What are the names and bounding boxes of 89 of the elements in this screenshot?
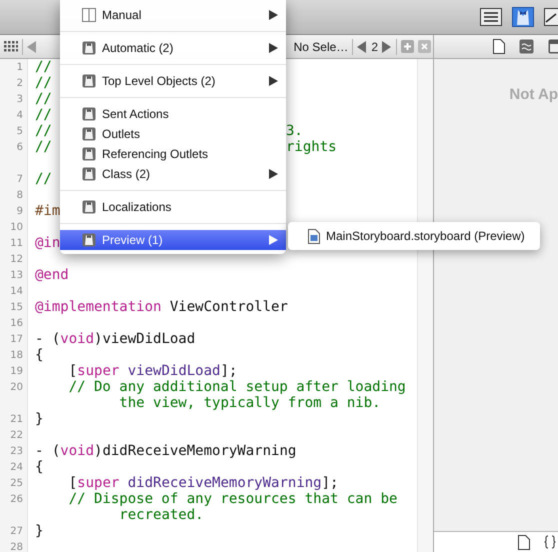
line-number: 5 <box>16 126 23 136</box>
menu-item[interactable]: MainStoryboard.storyboard (Preview) <box>288 226 540 246</box>
line-number: 14 <box>10 286 23 296</box>
code-line: #im <box>35 203 60 219</box>
line-number: 27 <box>10 526 23 536</box>
panel-icon <box>544 8 558 26</box>
menu-item[interactable]: Sent Actions <box>60 104 286 124</box>
file-icon <box>493 39 505 54</box>
code-line: { <box>35 347 44 363</box>
line-number: 4 <box>16 110 23 120</box>
previous-arrow-icon <box>357 40 368 52</box>
code-line: // <box>35 91 52 107</box>
line-number: 9 <box>16 206 23 216</box>
code-line: } <box>35 523 44 539</box>
inspector-message: Not Ap <box>509 86 558 103</box>
line-number: 20 <box>10 382 23 392</box>
line-number: 13 <box>10 270 23 280</box>
line-number: 22 <box>10 430 23 440</box>
code-line: [super viewDidLoad]; <box>68 363 238 379</box>
split-view-icon <box>82 8 96 22</box>
line-number: 15 <box>10 302 23 312</box>
code-text: rights <box>286 139 337 155</box>
line-number: 10 <box>10 222 23 232</box>
file-icon <box>518 534 530 550</box>
line-number: 19 <box>10 366 23 376</box>
next-arrow-icon <box>382 40 392 52</box>
line-number: 18 <box>10 350 23 360</box>
code-line: } <box>35 411 44 427</box>
list-icon <box>480 8 502 26</box>
code-line: // <box>35 123 52 139</box>
line-number: 1 <box>16 62 23 72</box>
wave-icon <box>519 39 534 54</box>
line-number: 7 <box>16 174 23 184</box>
menu-item[interactable]: Automatic (2) <box>60 38 286 58</box>
bow-tie-icon <box>512 7 534 27</box>
line-number: 12 <box>10 254 23 264</box>
line-number: 24 <box>10 462 23 472</box>
line-number: 26 <box>10 494 23 504</box>
shirt-icon <box>82 107 96 121</box>
code-line: @implementation ViewController <box>35 299 288 315</box>
code-line: // <box>35 107 52 123</box>
code-line: { <box>35 459 44 475</box>
code-line: // <box>35 75 52 91</box>
shirt-icon <box>82 147 96 161</box>
line-number: 21 <box>10 414 23 424</box>
shirt-icon <box>82 233 96 247</box>
line-number: 11 <box>10 238 23 248</box>
code-text: 3. <box>286 123 303 139</box>
code-line: recreated. <box>118 507 204 523</box>
close-icon <box>418 40 431 53</box>
line-number: 23 <box>10 446 23 456</box>
shirt-icon <box>82 200 96 214</box>
page-number: 2 <box>371 40 378 54</box>
menu-item[interactable]: Top Level Objects (2) <box>60 71 286 91</box>
line-number: 6 <box>16 142 23 152</box>
line-number: 25 <box>10 478 23 488</box>
menu-item[interactable]: Class (2) <box>60 164 286 184</box>
menu-item[interactable]: Localizations <box>60 197 286 217</box>
back-arrow-icon <box>27 40 37 52</box>
add-icon <box>401 40 414 53</box>
code-line: [super didReceiveMemoryWarning]; <box>68 475 338 491</box>
braces-icon <box>544 535 556 549</box>
line-number: 3 <box>16 94 23 104</box>
line-number: 8 <box>16 190 23 200</box>
shirt-icon <box>82 127 96 141</box>
storyboard-file-icon <box>308 228 320 244</box>
code-line: // <box>35 139 52 155</box>
menu-item[interactable]: Referencing Outlets <box>60 144 286 164</box>
code-line: - (void)didReceiveMemoryWarning <box>35 443 296 459</box>
code-line: the view, typically from a nib. <box>118 395 381 411</box>
line-number: 16 <box>10 318 23 328</box>
menu-item[interactable]: Outlets <box>60 124 286 144</box>
shirt-icon <box>82 41 96 55</box>
menu-item[interactable]: Preview (1) <box>60 230 286 250</box>
table-icon <box>548 39 558 54</box>
code-line: - (void)viewDidLoad <box>35 331 196 347</box>
code-line: // Do any additional setup after loading <box>68 379 406 395</box>
code-line: // Dispose of any resources that can be <box>68 491 398 507</box>
shirt-icon <box>82 74 96 88</box>
code-line: // <box>35 59 52 75</box>
code-line: @end <box>35 267 69 283</box>
line-number: 28 <box>10 542 23 552</box>
line-number: 17 <box>10 334 23 344</box>
code-line: // <box>35 171 52 187</box>
shirt-icon <box>82 167 96 181</box>
jump-bar-selection[interactable]: No Sele… <box>294 40 348 54</box>
grid-icon <box>4 40 18 52</box>
line-number: 2 <box>16 78 23 88</box>
code-line: @in <box>35 235 60 251</box>
